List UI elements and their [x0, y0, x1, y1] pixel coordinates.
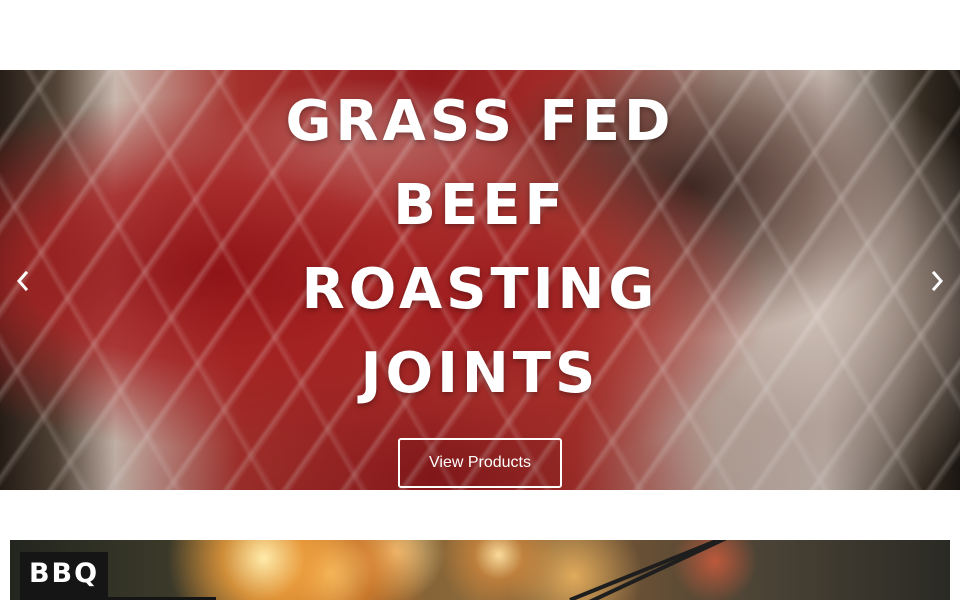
- chevron-right-icon: [931, 270, 943, 292]
- bbq-category-card[interactable]: BBQ: [10, 540, 950, 600]
- hero-title-line: JOINTS: [360, 341, 600, 406]
- slider-prev-button[interactable]: [10, 264, 34, 298]
- chevron-left-icon: [17, 270, 29, 292]
- hero-title-line: ROASTING: [301, 257, 659, 322]
- hero-slider: GRASS FED BEEF ROASTING JOINTS View Prod…: [0, 70, 960, 490]
- hero-title-line: BEEF: [393, 173, 567, 238]
- slider-next-button[interactable]: [926, 264, 950, 298]
- top-bar: [0, 0, 960, 70]
- hero-title: GRASS FED BEEF ROASTING JOINTS: [200, 80, 760, 416]
- view-products-button[interactable]: View Products: [398, 438, 562, 488]
- hero-title-line: GRASS FED: [285, 89, 675, 154]
- bbq-category-label: BBQ: [20, 552, 108, 600]
